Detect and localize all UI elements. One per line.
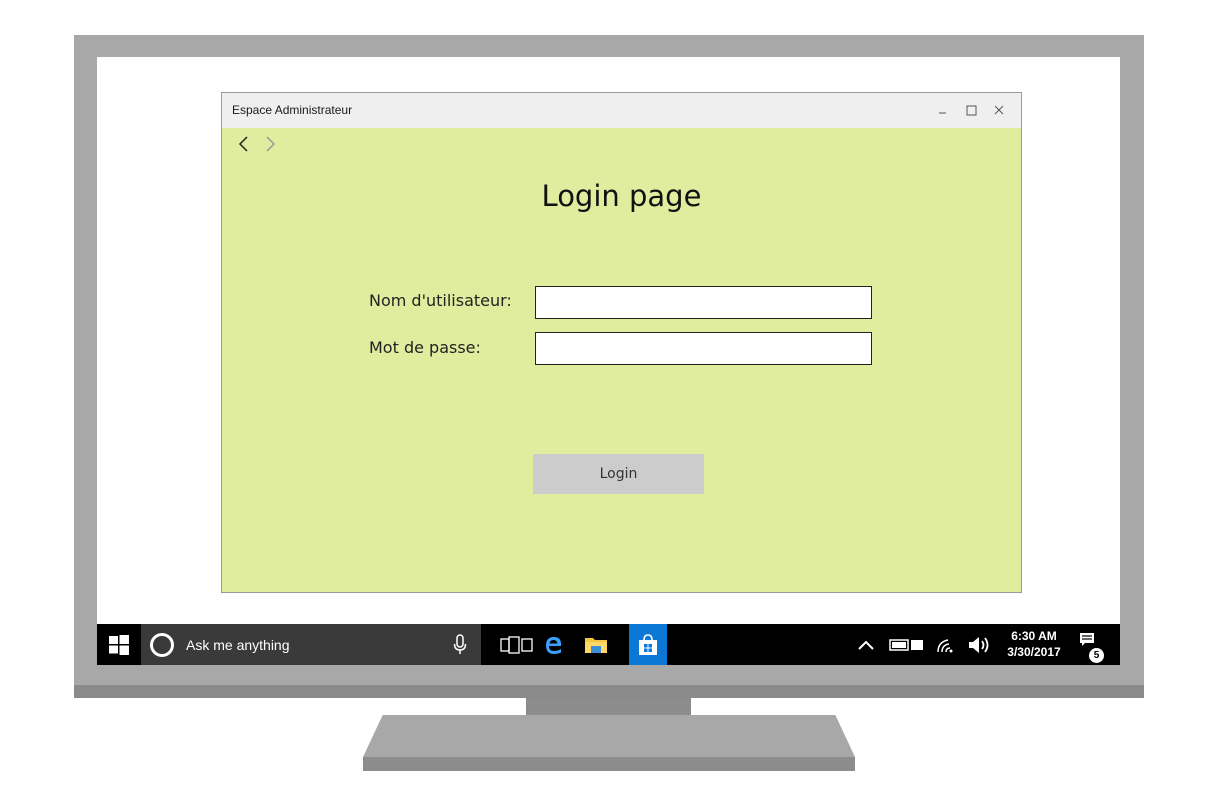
file-explorer-button[interactable]: [581, 624, 611, 665]
task-view-icon: [500, 635, 533, 654]
minimize-button[interactable]: [929, 99, 957, 121]
cortana-icon[interactable]: [150, 633, 174, 657]
password-input[interactable]: [535, 332, 872, 365]
window-title: Espace Administrateur: [232, 103, 353, 117]
clock-time: 6:30 AM: [1011, 629, 1057, 643]
battery-button[interactable]: [887, 624, 927, 665]
action-center-button[interactable]: 5: [1073, 624, 1107, 665]
microphone-icon[interactable]: [453, 634, 467, 656]
task-view-button[interactable]: [497, 624, 537, 665]
edge-button[interactable]: [539, 624, 569, 665]
window-controls: [929, 99, 1013, 121]
password-label: Mot de passe:: [369, 338, 481, 357]
search-box[interactable]: Ask me anything: [141, 624, 481, 665]
store-button[interactable]: [629, 624, 667, 665]
show-hidden-icons-button[interactable]: [852, 624, 880, 665]
clock[interactable]: 6:30 AM 3/30/2017: [997, 628, 1071, 660]
clock-date: 3/30/2017: [1007, 645, 1061, 659]
search-placeholder: Ask me anything: [186, 637, 290, 653]
minimize-icon: [939, 112, 946, 114]
file-explorer-icon: [585, 637, 607, 653]
windows-logo-icon: [109, 634, 129, 655]
monitor-stand-base: [363, 715, 855, 757]
edge-icon: [546, 636, 561, 654]
desktop-screen: Espace Administrateur Login page Nom d'u…: [97, 57, 1120, 665]
maximize-icon: [966, 105, 976, 115]
store-icon: [639, 633, 657, 655]
page-title: Login page: [541, 179, 702, 213]
battery-icon: [889, 638, 923, 651]
app-window: Espace Administrateur Login page Nom d'u…: [221, 92, 1022, 593]
maximize-button[interactable]: [957, 99, 985, 121]
wifi-icon: [937, 638, 953, 652]
wifi-button[interactable]: [933, 624, 959, 665]
close-icon: [994, 105, 1004, 115]
monitor-stand-base-edge: [363, 757, 855, 771]
title-bar[interactable]: Espace Administrateur: [222, 93, 1021, 128]
chevron-up-icon: [858, 640, 874, 650]
volume-button[interactable]: [965, 624, 995, 665]
forward-button[interactable]: [264, 135, 278, 153]
navigation-arrows: [236, 135, 278, 153]
chevron-right-icon: [266, 136, 276, 152]
taskbar: Ask me anything 6:30 AM 3/30/2017 5: [97, 624, 1120, 665]
monitor-chin: [74, 685, 1144, 698]
notification-count-badge: 5: [1089, 648, 1104, 663]
login-button[interactable]: Login: [533, 454, 704, 494]
start-button[interactable]: [97, 624, 141, 665]
username-input[interactable]: [535, 286, 872, 319]
close-button[interactable]: [985, 99, 1013, 121]
volume-icon: [969, 636, 989, 653]
username-label: Nom d'utilisateur:: [369, 291, 512, 310]
chevron-left-icon: [238, 136, 248, 152]
back-button[interactable]: [236, 135, 250, 153]
